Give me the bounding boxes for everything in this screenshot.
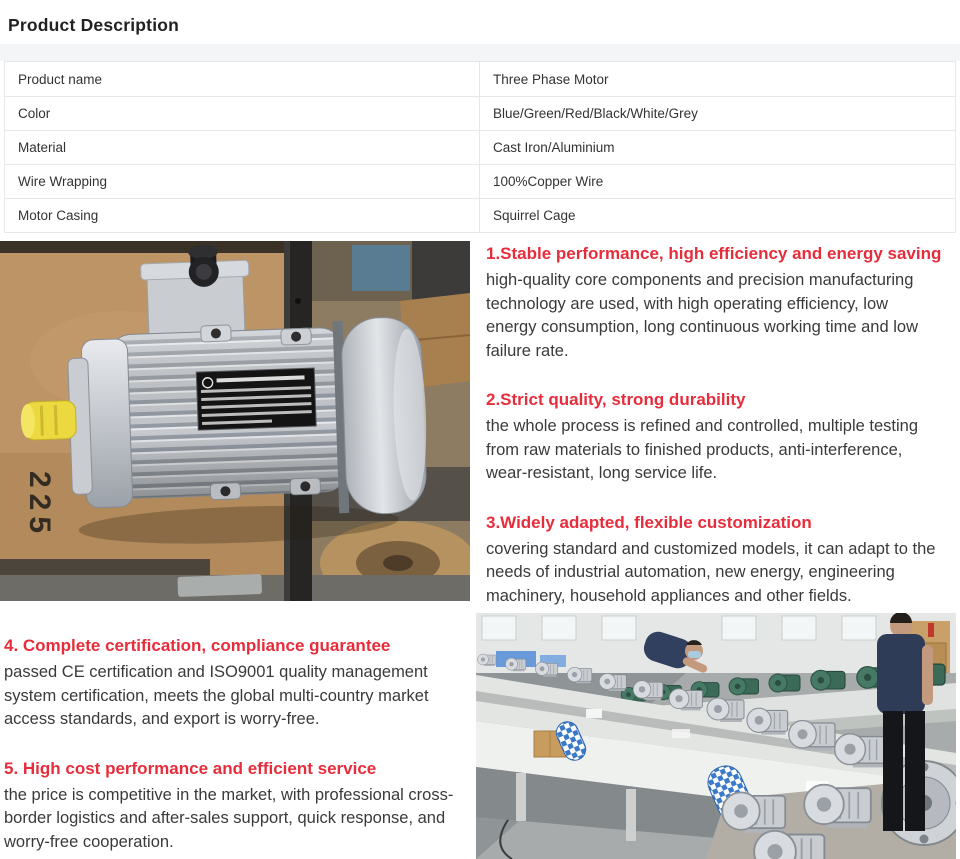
section-header: Product Description: [0, 0, 960, 44]
feature-heading: 1.Stable performance, high efficiency an…: [486, 244, 942, 263]
table-row: Product name Three Phase Motor: [5, 62, 955, 96]
motor-drive-end: [67, 338, 134, 509]
feature-body: passed CE certification and ISO9001 qual…: [4, 663, 429, 728]
spec-value: Squirrel Cage: [493, 208, 576, 223]
motor-shaft-cap: [20, 400, 77, 441]
feature-item: 3.Widely adapted, flexible customization…: [486, 512, 942, 609]
motor-nameplate: [195, 367, 317, 431]
feature-body: high-quality core components and precisi…: [486, 271, 918, 360]
feature-heading: 5. High cost performance and efficient s…: [4, 758, 377, 778]
spec-label: Motor Casing: [5, 199, 480, 232]
feature-item: 2.Strict quality, strong durability the …: [486, 389, 942, 486]
factory-photo: [476, 613, 956, 859]
feature-body: covering standard and customized models,…: [486, 539, 936, 605]
spec-label: Product name: [5, 62, 480, 96]
feature-item: 4. Complete certification, compliance gu…: [4, 635, 466, 732]
motor-photo-illustration: 225: [0, 241, 470, 601]
feature-item: 5. High cost performance and efficient s…: [4, 758, 466, 855]
worker-standing: [877, 613, 933, 831]
motor-fan-cover: [332, 317, 427, 515]
feature-list-top: 1.Stable performance, high efficiency an…: [470, 241, 960, 605]
feature-item: 1.Stable performance, high efficiency an…: [486, 243, 942, 363]
feature-body: the whole process is refined and control…: [486, 417, 918, 482]
table-row: Material Cast Iron/Aluminium: [5, 130, 955, 164]
feature-body: the price is competitive in the market, …: [4, 785, 454, 851]
cardboard-stencil-text: 225: [23, 471, 56, 539]
spec-label: Material: [5, 131, 480, 164]
table-row: Color Blue/Green/Red/Black/White/Grey: [5, 96, 955, 130]
factory-photo-illustration: [476, 613, 956, 859]
feature-heading: 2.Strict quality, strong durability: [486, 390, 746, 409]
feature-heading: 3.Widely adapted, flexible customization: [486, 512, 812, 532]
spec-value: 100%Copper Wire: [493, 174, 604, 189]
spec-value: Cast Iron/Aluminium: [493, 140, 615, 155]
spec-value: Three Phase Motor: [493, 71, 609, 87]
spec-label: Color: [5, 97, 480, 130]
page-title: Product Description: [8, 15, 180, 35]
feature-heading: 4. Complete certification, compliance gu…: [4, 636, 391, 655]
table-row: Wire Wrapping 100%Copper Wire: [5, 164, 955, 198]
spec-value: Blue/Green/Red/Black/White/Grey: [493, 106, 698, 121]
feature-list-bottom: 4. Complete certification, compliance gu…: [0, 613, 474, 859]
motor-product-photo: 225: [0, 241, 470, 601]
section-divider: [0, 44, 960, 61]
spec-label: Wire Wrapping: [5, 165, 480, 198]
spec-table: Product name Three Phase Motor Color Blu…: [4, 61, 956, 233]
table-row: Motor Casing Squirrel Cage: [5, 198, 955, 232]
